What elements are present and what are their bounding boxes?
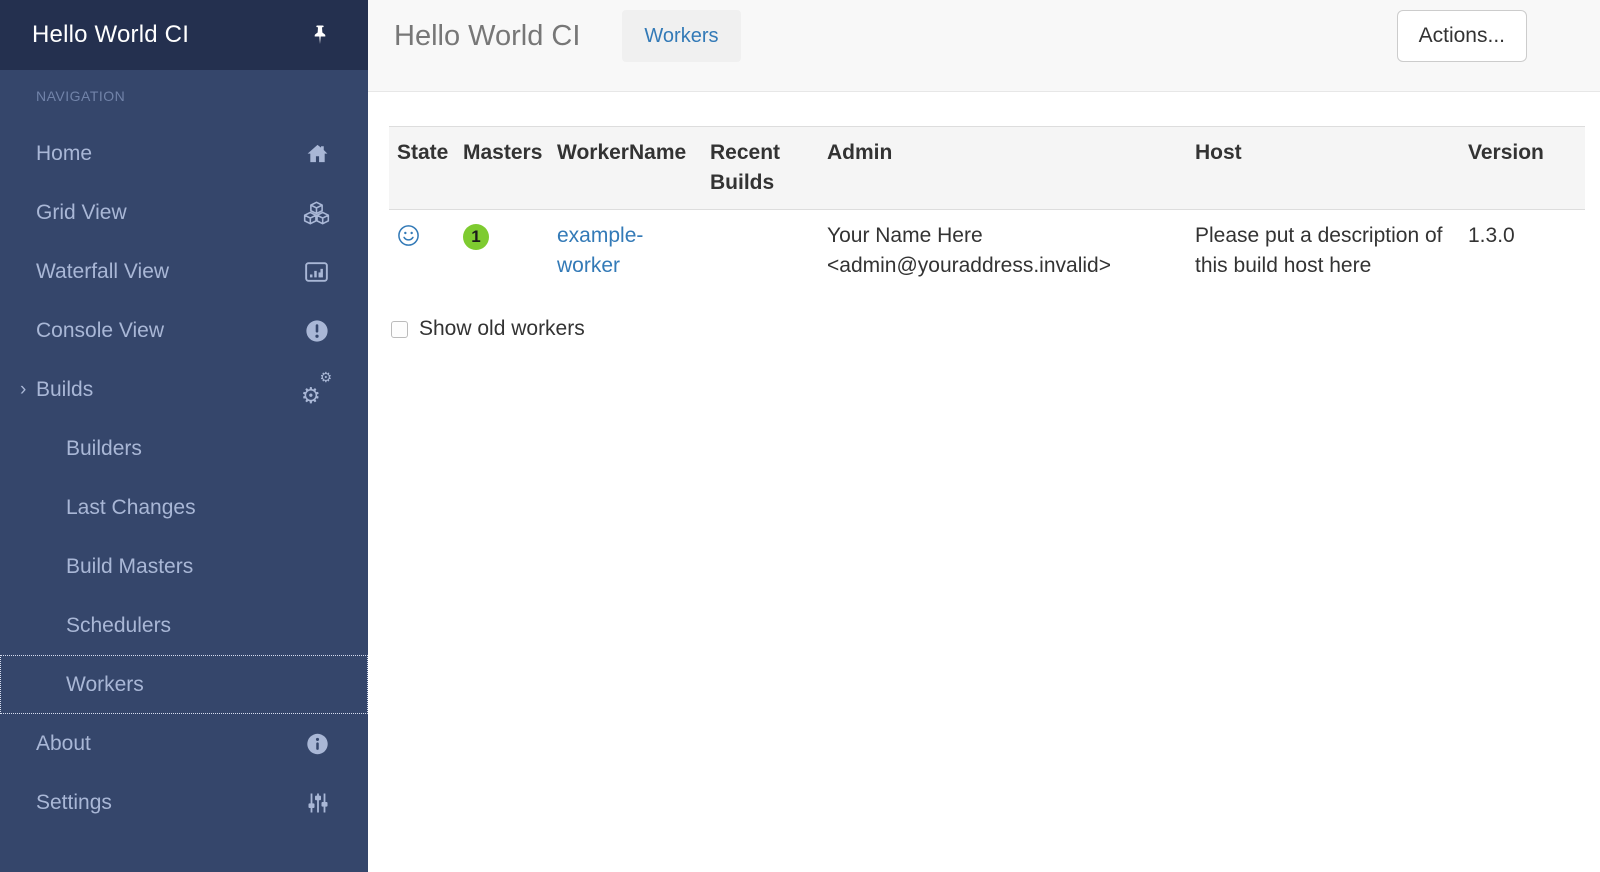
masters-count-badge: 1 (463, 224, 489, 250)
sidebar: Hello World CI NAVIGATION Home Grid View (0, 0, 368, 872)
chevron-right-icon: › (20, 360, 26, 419)
sidebar-item-label: Waterfall View (36, 260, 169, 283)
sidebar-item-last-changes[interactable]: Last Changes (0, 478, 368, 537)
actions-button[interactable]: Actions... (1397, 10, 1527, 62)
recent-builds-cell (702, 210, 819, 293)
column-header-state: State (389, 127, 455, 210)
sidebar-item-label: Builders (66, 437, 142, 460)
sidebar-item-label: Build Masters (66, 555, 193, 578)
cogs-icon: ⚙ ⚙ (302, 376, 330, 404)
tab-workers[interactable]: Workers (622, 10, 740, 62)
sidebar-nav: Home Grid View Waterfall View (0, 124, 368, 832)
column-header-recent-builds: Recent Builds (702, 127, 819, 210)
exclamation-circle-icon (304, 318, 330, 344)
column-header-host: Host (1187, 127, 1460, 210)
show-old-workers-label: Show old workers (419, 317, 585, 341)
sidebar-item-workers[interactable]: Workers (0, 655, 368, 714)
column-header-version: Version (1460, 127, 1585, 210)
sliders-icon (306, 791, 330, 815)
sidebar-item-build-masters[interactable]: Build Masters (0, 537, 368, 596)
sidebar-item-schedulers[interactable]: Schedulers (0, 596, 368, 655)
sidebar-item-console-view[interactable]: Console View (0, 301, 368, 360)
sidebar-item-label: Builds (36, 378, 93, 401)
worker-connected-smiley-icon (397, 224, 420, 247)
page-title: Hello World CI (394, 10, 580, 62)
version-cell: 1.3.0 (1460, 210, 1585, 293)
info-circle-icon (305, 731, 330, 756)
sidebar-section-label: NAVIGATION (36, 88, 368, 108)
column-header-admin: Admin (819, 127, 1187, 210)
sidebar-item-builders[interactable]: Builders (0, 419, 368, 478)
sidebar-item-label: About (36, 732, 91, 755)
worker-name-link[interactable]: example-worker (557, 224, 643, 277)
pin-sidebar-icon[interactable] (308, 23, 332, 47)
cubes-icon (303, 199, 330, 226)
main-area: Hello World CI Workers Actions... State … (368, 0, 1600, 872)
sidebar-item-grid-view[interactable]: Grid View (0, 183, 368, 242)
worker-row: 1 example-worker Your Name Here <admin@y… (389, 210, 1585, 293)
sidebar-item-label: Console View (36, 319, 164, 342)
workers-table: State Masters WorkerName Recent Builds A… (389, 126, 1585, 292)
sidebar-item-about[interactable]: About (0, 714, 368, 773)
column-header-workername: WorkerName (549, 127, 702, 210)
column-header-masters: Masters (455, 127, 549, 210)
sidebar-item-label: Home (36, 142, 92, 165)
show-old-workers-control[interactable]: Show old workers (391, 317, 585, 341)
sidebar-item-label: Grid View (36, 201, 127, 224)
admin-cell: Your Name Here <admin@youraddress.invali… (819, 210, 1187, 293)
workers-table-header-row: State Masters WorkerName Recent Builds A… (389, 127, 1585, 210)
sidebar-item-label: Workers (66, 673, 144, 696)
show-old-workers-checkbox[interactable] (391, 321, 408, 338)
sidebar-item-home[interactable]: Home (0, 124, 368, 183)
sidebar-header: Hello World CI (0, 0, 368, 70)
content: State Masters WorkerName Recent Builds A… (368, 92, 1600, 341)
sidebar-item-label: Schedulers (66, 614, 171, 637)
sidebar-item-label: Last Changes (66, 496, 196, 519)
sidebar-item-label: Settings (36, 791, 112, 814)
sidebar-item-builds[interactable]: › Builds ⚙ ⚙ (0, 360, 368, 419)
page-header: Hello World CI Workers Actions... (368, 0, 1600, 92)
home-icon (305, 141, 330, 166)
sidebar-app-title: Hello World CI (32, 21, 189, 49)
bar-chart-icon (303, 258, 330, 285)
sidebar-item-waterfall-view[interactable]: Waterfall View (0, 242, 368, 301)
host-cell: Please put a description of this build h… (1187, 210, 1460, 293)
sidebar-item-settings[interactable]: Settings (0, 773, 368, 832)
